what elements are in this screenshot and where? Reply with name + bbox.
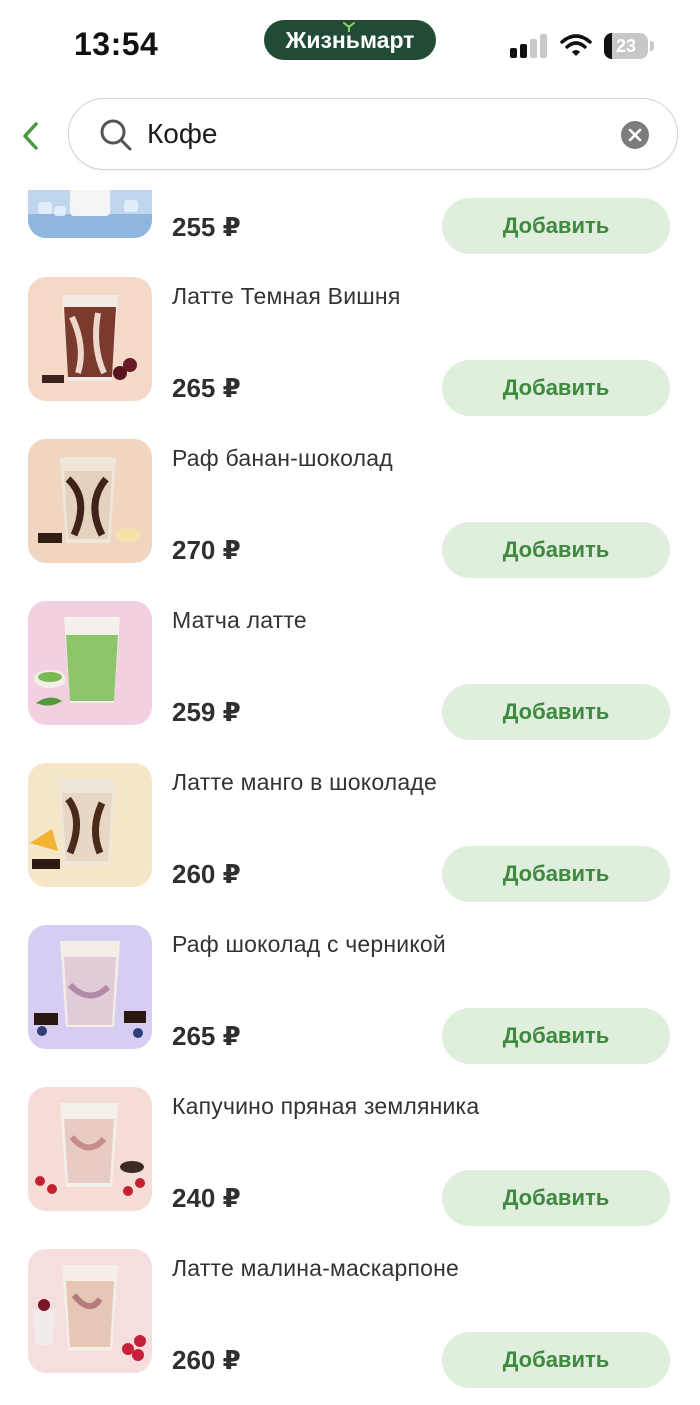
product-price: 240 ₽ xyxy=(172,1183,241,1213)
add-to-cart-button[interactable]: Добавить xyxy=(442,198,670,254)
product-image[interactable] xyxy=(28,1087,152,1211)
product-price: 265 ₽ xyxy=(172,373,241,403)
add-to-cart-button[interactable]: Добавить xyxy=(442,846,670,902)
product-image[interactable] xyxy=(28,190,152,238)
product-row: Раф шоколад с черникой 265 ₽ Добавить xyxy=(0,925,700,1087)
close-icon xyxy=(628,128,642,142)
product-name: Латте манго в шоколаде xyxy=(172,769,438,795)
search-bar[interactable] xyxy=(68,98,678,170)
product-image[interactable] xyxy=(28,1249,152,1373)
add-to-cart-button[interactable]: Добавить xyxy=(442,522,670,578)
product-name: Капучино пряная земляника xyxy=(172,1093,480,1119)
app-screen: 13:54 Жизньмарт 23 Кофе 255 ₽ Добавить Л… xyxy=(0,0,700,1405)
sprout-icon xyxy=(343,22,355,32)
search-icon xyxy=(100,119,132,151)
drink-image xyxy=(28,925,152,1049)
product-image[interactable] xyxy=(28,601,152,725)
product-price: 255 ₽ xyxy=(172,212,241,242)
add-to-cart-button[interactable]: Добавить xyxy=(442,1170,670,1226)
product-price: 260 ₽ xyxy=(172,859,241,889)
battery-icon: 23 xyxy=(604,33,648,59)
product-price: 260 ₽ xyxy=(172,1345,241,1375)
product-row: Латте манго в шоколаде 260 ₽ Добавить xyxy=(0,763,700,925)
drink-image xyxy=(28,1087,152,1211)
product-row: Раф банан-шоколад 270 ₽ Добавить xyxy=(0,439,700,601)
product-price: 265 ₽ xyxy=(172,1021,241,1051)
clear-search-button[interactable] xyxy=(621,121,649,149)
drink-image xyxy=(28,190,152,238)
battery-cap xyxy=(650,41,654,51)
product-row: Матча латте 259 ₽ Добавить xyxy=(0,601,700,763)
back-button[interactable] xyxy=(14,116,46,156)
cellular-signal-icon xyxy=(510,34,548,58)
product-name: Раф шоколад с черникой xyxy=(172,931,446,957)
add-to-cart-button[interactable]: Добавить xyxy=(442,1332,670,1388)
drink-image xyxy=(28,1249,152,1373)
product-image[interactable] xyxy=(28,439,152,563)
product-row: Латте Темная Вишня 265 ₽ Добавить xyxy=(0,277,700,439)
add-to-cart-button[interactable]: Добавить xyxy=(442,684,670,740)
wifi-icon xyxy=(560,34,592,56)
product-price: 270 ₽ xyxy=(172,535,241,565)
status-time: 13:54 xyxy=(74,26,159,62)
product-name: Латте малина-маскарпоне xyxy=(172,1255,459,1281)
status-bar: 13:54 Жизньмарт 23 xyxy=(0,0,700,92)
product-image[interactable] xyxy=(28,763,152,887)
product-row: Капучино пряная земляника 240 ₽ Добавить xyxy=(0,1087,700,1249)
chevron-left-icon xyxy=(23,122,38,150)
product-name: Матча латте xyxy=(172,607,307,633)
product-price: 259 ₽ xyxy=(172,697,241,727)
product-image[interactable] xyxy=(28,277,152,401)
drink-image xyxy=(28,763,152,887)
drink-image xyxy=(28,277,152,401)
battery-level: 23 xyxy=(615,35,637,56)
product-image[interactable] xyxy=(28,925,152,1049)
add-to-cart-button[interactable]: Добавить xyxy=(442,1008,670,1064)
product-name: Латте Темная Вишня xyxy=(172,283,401,309)
drink-image xyxy=(28,601,152,725)
product-name: Раф банан-шоколад xyxy=(172,445,393,471)
product-list[interactable]: 255 ₽ Добавить Латте Темная Вишня 265 ₽ … xyxy=(0,190,700,1405)
brand-logo: Жизньмарт xyxy=(264,20,436,60)
product-row: Латте малина-маскарпоне 260 ₽ Добавить xyxy=(0,1249,700,1405)
drink-image xyxy=(28,439,152,563)
search-input[interactable] xyxy=(147,113,607,155)
add-to-cart-button[interactable]: Добавить xyxy=(442,360,670,416)
